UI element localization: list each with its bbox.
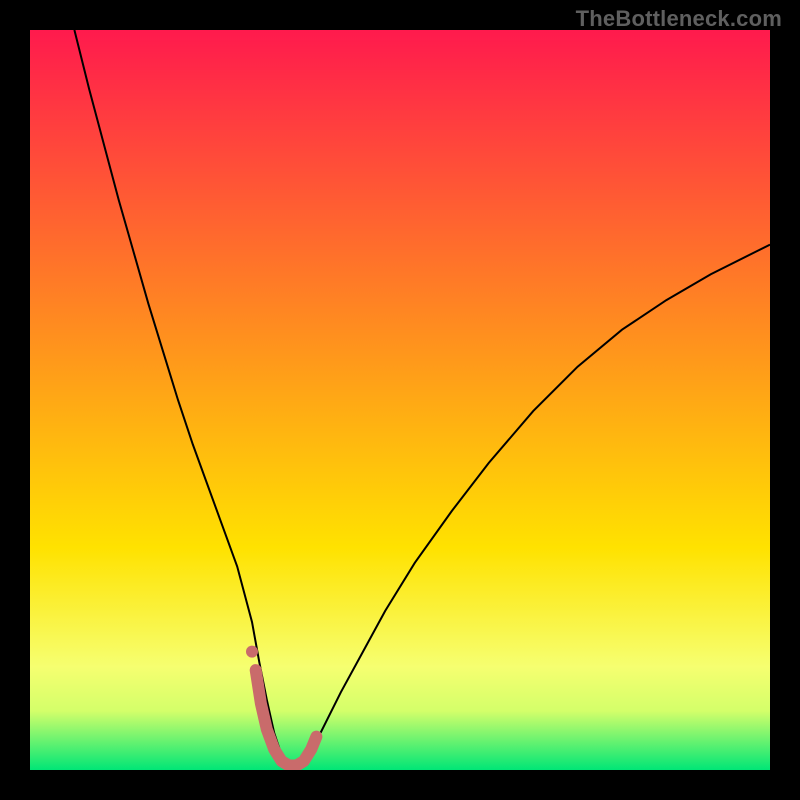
marker-highlight-dot <box>246 646 258 658</box>
plot-area <box>30 30 770 770</box>
chart-frame: TheBottleneck.com <box>0 0 800 800</box>
marker-group <box>246 646 258 658</box>
watermark-text: TheBottleneck.com <box>576 6 782 32</box>
gradient-background <box>30 30 770 770</box>
chart-svg <box>30 30 770 770</box>
